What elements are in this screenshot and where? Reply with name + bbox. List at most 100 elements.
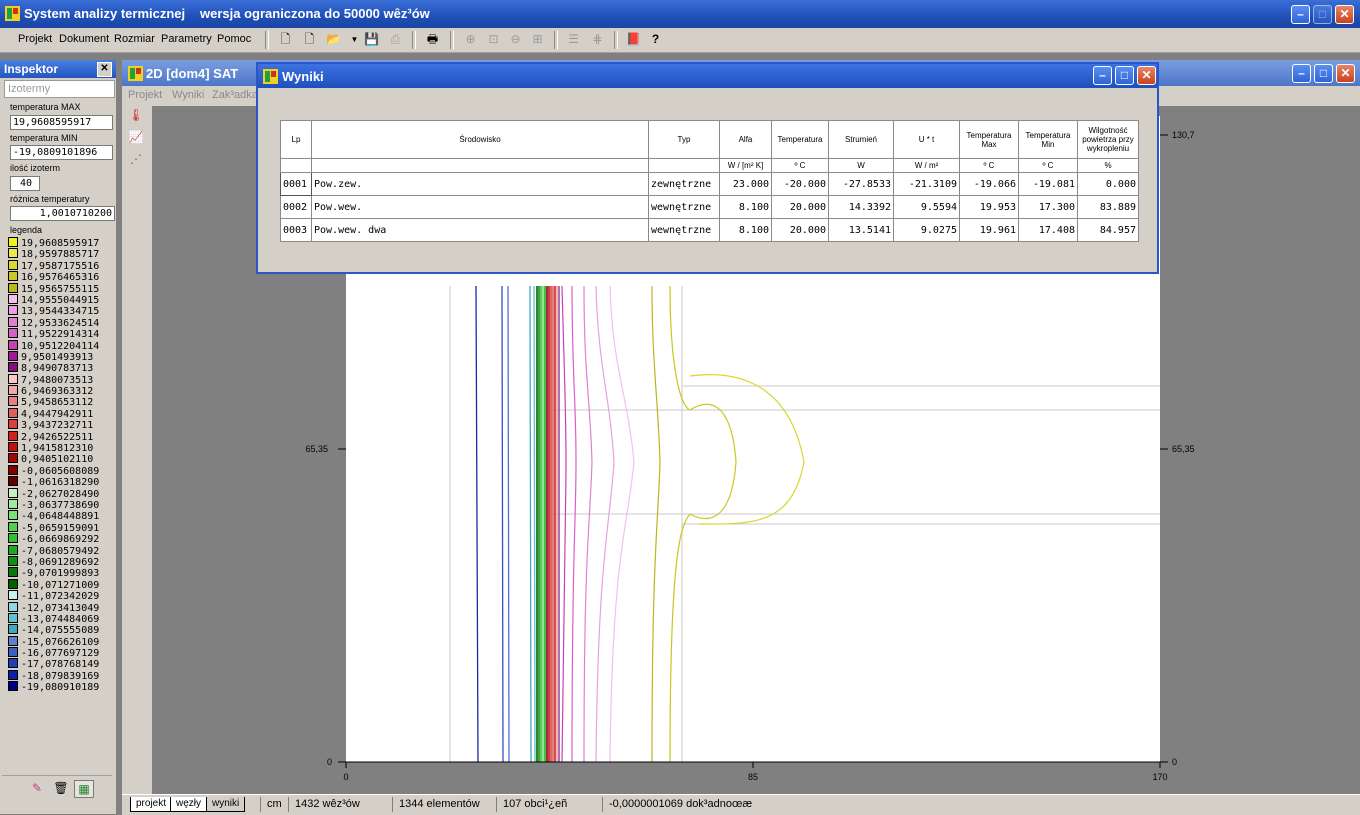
menu-dokument[interactable]: Dokument — [59, 33, 109, 45]
legend-swatch — [8, 487, 18, 498]
table-row[interactable]: 0001 Pow.zew. zewnętrzne 23.000 -20.000 … — [280, 172, 1139, 196]
temp-max-field[interactable]: 19,9608595917 — [10, 115, 113, 130]
cell-temp-max[interactable]: 19.953 — [959, 195, 1019, 219]
chart-line-icon[interactable]: 📈 — [126, 128, 146, 146]
cell-temp-min[interactable]: 17.300 — [1018, 195, 1078, 219]
list-icon[interactable]: ☰ — [564, 31, 583, 48]
trash-icon[interactable]: 🗑 — [52, 780, 70, 796]
menu-projekt[interactable]: Projekt — [18, 33, 52, 45]
col-alfa: Alfa — [719, 120, 772, 159]
cell-type[interactable]: wewnętrzne — [648, 218, 720, 242]
legend-swatch — [8, 385, 18, 396]
results-minimize-button[interactable]: – — [1093, 66, 1112, 85]
legend-value: -17,078768149 — [21, 659, 100, 671]
cell-temp-max[interactable]: -19.066 — [959, 172, 1019, 196]
temp-min-field[interactable]: -19,0809101896 — [10, 145, 113, 160]
minimize-button[interactable]: – — [1291, 5, 1310, 24]
legend-swatch — [8, 350, 18, 361]
menu-parametry[interactable]: Parametry — [161, 33, 212, 45]
child-close-button[interactable]: ✕ — [1336, 64, 1355, 83]
cell-ut[interactable]: -21.3109 — [893, 172, 960, 196]
tab-wyniki[interactable]: wyniki — [206, 797, 246, 812]
export-icon[interactable]: ⎙ — [386, 31, 405, 48]
close-button[interactable]: ✕ — [1335, 5, 1354, 24]
cell-alfa[interactable]: 8.100 — [719, 195, 772, 219]
cell-lp[interactable]: 0002 — [280, 195, 312, 219]
zoom-fit-icon[interactable]: ⊞ — [528, 31, 547, 48]
table-row[interactable]: 0003 Pow.wew. dwa wewnętrzne 8.100 20.00… — [280, 218, 1139, 242]
cell-humidity[interactable]: 0.000 — [1077, 172, 1139, 196]
grid-icon[interactable]: ⋕ — [588, 31, 607, 48]
new-document-2-icon[interactable]: 🗋 — [300, 31, 319, 48]
cell-temperature[interactable]: 20.000 — [771, 218, 829, 242]
cell-alfa[interactable]: 23.000 — [719, 172, 772, 196]
help-question-icon[interactable]: ? — [646, 31, 665, 48]
print-icon[interactable]: 🖶 — [423, 31, 442, 48]
status-nodes: 1432 wêz³ów — [288, 797, 391, 812]
col-type: Typ — [648, 120, 720, 159]
results-maximize-button[interactable]: □ — [1115, 66, 1134, 85]
toolbar-separator — [412, 31, 416, 49]
open-folder-icon[interactable]: 📂 — [324, 31, 343, 48]
cell-temperature[interactable]: 20.000 — [771, 195, 829, 219]
cell-ut[interactable]: 9.0275 — [893, 218, 960, 242]
results-title: Wyniki — [282, 69, 324, 84]
legend-swatch — [8, 624, 18, 635]
isotherm-icon[interactable]: ▦ — [74, 780, 94, 798]
results-close-button[interactable]: ✕ — [1137, 66, 1156, 85]
cell-temp-max[interactable]: 19.961 — [959, 218, 1019, 242]
menu-rozmiar[interactable]: Rozmiar — [114, 33, 155, 45]
help-book-icon[interactable]: 📕 — [624, 31, 643, 48]
cell-lp[interactable]: 0003 — [280, 218, 312, 242]
cell-environment[interactable]: Pow.wew. dwa — [311, 218, 649, 242]
izotermy-tab[interactable]: Izotermy — [4, 80, 115, 98]
toolbar-separator — [450, 31, 454, 49]
child-maximize-button[interactable]: □ — [1314, 64, 1333, 83]
cell-environment[interactable]: Pow.zew. — [311, 172, 649, 196]
cell-lp[interactable]: 0001 — [280, 172, 312, 196]
table-row[interactable]: 0002 Pow.wew. wewnętrzne 8.100 20.000 14… — [280, 195, 1139, 219]
unit-humidity: % — [1077, 158, 1139, 173]
cell-alfa[interactable]: 8.100 — [719, 218, 772, 242]
cell-humidity[interactable]: 84.957 — [1077, 218, 1139, 242]
child-menu-wyniki[interactable]: Wyniki — [172, 89, 204, 101]
legend-value: -5,0659159091 — [21, 522, 100, 534]
child-minimize-button[interactable]: – — [1292, 64, 1311, 83]
status-loads: 107 obci¹¿eñ — [496, 797, 603, 812]
mesh-grid-icon[interactable]: ⋰ — [126, 150, 146, 168]
legend-value: 17,9587175516 — [21, 260, 100, 272]
maximize-button[interactable]: □ — [1313, 5, 1332, 24]
cell-humidity[interactable]: 83.889 — [1077, 195, 1139, 219]
inspector-close-icon[interactable]: ✕ — [97, 62, 112, 77]
cell-temperature[interactable]: -20.000 — [771, 172, 829, 196]
legend-item: 3,9437232711 — [8, 419, 112, 431]
isotherm-count-field[interactable]: 40 — [10, 176, 40, 191]
new-document-icon[interactable]: 🗋 — [276, 31, 295, 48]
pencil-icon[interactable]: ✎ — [28, 780, 46, 796]
legend-value: -16,077697129 — [21, 648, 100, 660]
unit-lp — [280, 158, 312, 173]
cell-flux[interactable]: -27.8533 — [828, 172, 894, 196]
child-menu-projekt[interactable]: Projekt — [128, 89, 162, 101]
cell-type[interactable]: zewnętrzne — [648, 172, 720, 196]
menu-pomoc[interactable]: Pomoc — [217, 33, 251, 45]
child-menu-zakladka[interactable]: Zak³adka — [212, 89, 258, 101]
cell-temp-min[interactable]: 17.408 — [1018, 218, 1078, 242]
cell-temp-min[interactable]: -19.081 — [1018, 172, 1078, 196]
temp-diff-field[interactable]: 1,0010710200 — [10, 206, 115, 221]
cell-flux[interactable]: 13.5141 — [828, 218, 894, 242]
thermometer-icon[interactable]: 🌡 — [126, 106, 146, 124]
cell-flux[interactable]: 14.3392 — [828, 195, 894, 219]
tab-projekt[interactable]: projekt — [130, 797, 173, 812]
cell-environment[interactable]: Pow.wew. — [311, 195, 649, 219]
zoom-out-icon[interactable]: ⊖ — [506, 31, 525, 48]
legend-value: 19,9608595917 — [21, 238, 100, 249]
tab-wezly[interactable]: węzły — [170, 797, 208, 812]
x-tick-label: 170 — [1152, 772, 1167, 782]
zoom-window-icon[interactable]: ⊡ — [484, 31, 503, 48]
cell-type[interactable]: wewnętrzne — [648, 195, 720, 219]
legend-swatch — [8, 635, 18, 646]
cell-ut[interactable]: 9.5594 — [893, 195, 960, 219]
save-icon[interactable]: 💾 — [362, 31, 381, 48]
zoom-in-icon[interactable]: ⊕ — [461, 31, 480, 48]
